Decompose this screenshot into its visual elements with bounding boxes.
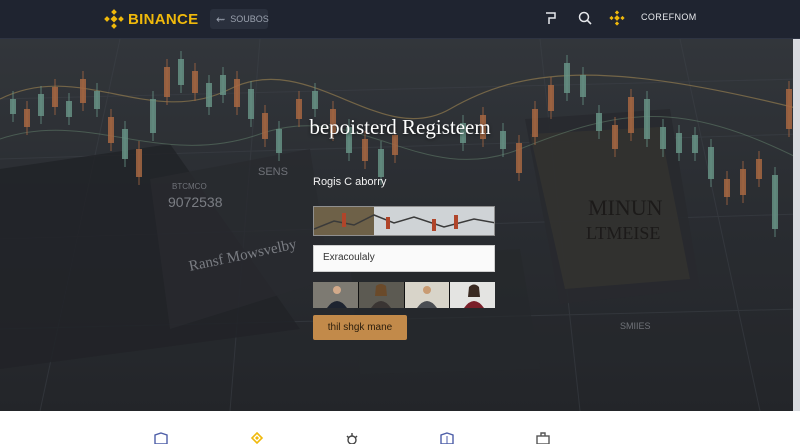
brand-name: BINANCE — [128, 10, 199, 28]
shield-icon[interactable] — [153, 432, 169, 444]
form-label: Rogis C aborry — [313, 176, 387, 188]
flag-icon[interactable] — [543, 10, 559, 26]
image-input-field[interactable] — [313, 206, 495, 236]
page-title: bepoisterd Registeem — [309, 115, 491, 139]
team-photo-strip — [313, 282, 495, 308]
binance-diamond-icon[interactable] — [609, 10, 625, 26]
arrow-icon: ⇜ — [216, 13, 226, 26]
gear-icon[interactable] — [344, 432, 360, 444]
search-icon[interactable] — [577, 10, 593, 26]
feature-icon-strip — [0, 411, 800, 444]
top-navigation-bar: BINANCE ⇜ SOUBOS COREFNOM — [0, 0, 800, 39]
register-button[interactable]: thil shgk mane — [313, 315, 407, 340]
header-search-text: SOUBOS — [230, 14, 269, 24]
briefcase-icon[interactable] — [535, 432, 551, 444]
binance-logo[interactable]: BINANCE — [104, 9, 198, 29]
team-photo — [358, 282, 404, 308]
binance-diamond-icon[interactable] — [249, 432, 265, 444]
team-photo — [404, 282, 450, 308]
team-photo — [450, 282, 495, 308]
text-input-field[interactable]: Exracoulaly — [313, 245, 495, 272]
shield-outline-icon[interactable] — [439, 432, 455, 444]
binance-diamond-icon — [104, 9, 124, 29]
chart-thumbnail-icon — [314, 207, 494, 235]
scrollbar[interactable] — [793, 39, 800, 411]
user-account-label[interactable]: COREFNOM — [641, 12, 697, 22]
header-search[interactable]: ⇜ SOUBOS — [210, 9, 269, 29]
hero-section: SENS BTCMCO 9072538 Ransf Mowsvelby MINU… — [0, 39, 800, 411]
team-photo — [313, 282, 358, 308]
